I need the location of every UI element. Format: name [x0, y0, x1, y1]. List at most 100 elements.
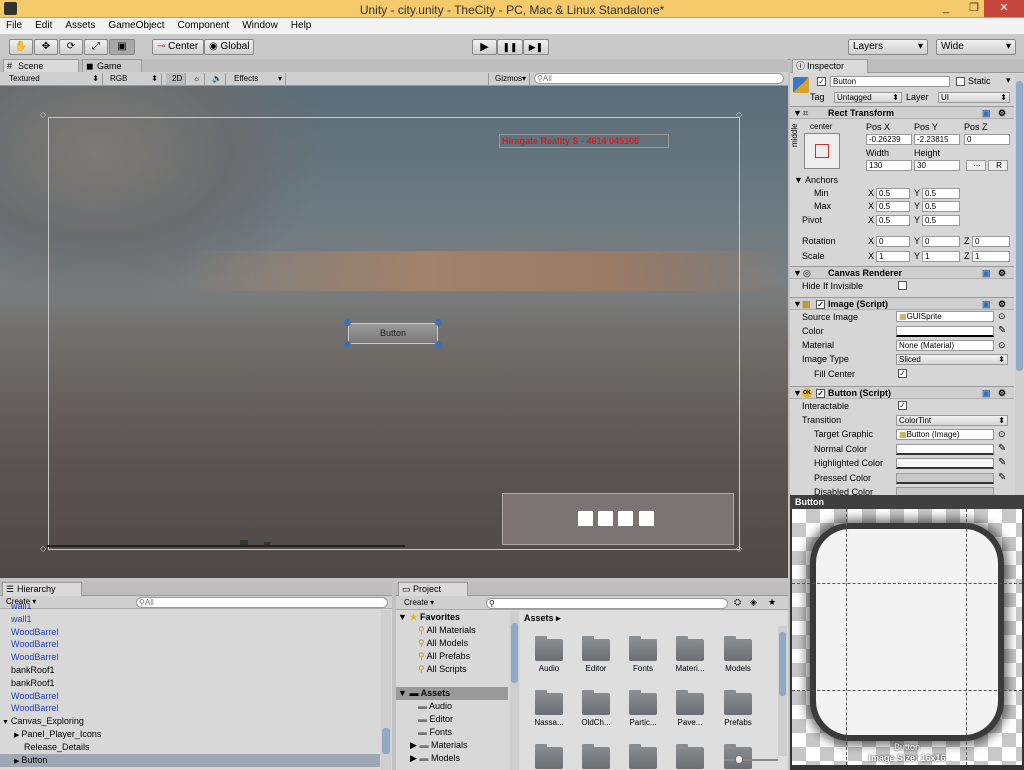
assets-scrollbar[interactable] — [778, 626, 787, 756]
hierarchy-item[interactable]: bankRoof1 — [0, 664, 380, 677]
scale-x-field[interactable]: 1 — [876, 251, 910, 262]
help-icon[interactable]: ▣ — [982, 267, 991, 279]
normal-color-swatch[interactable] — [896, 444, 994, 455]
image-enabled-checkbox[interactable]: ✓ — [816, 300, 825, 309]
pivot-y-field[interactable]: 0.5 — [922, 215, 960, 226]
expand-arrow[interactable]: ▼ — [2, 719, 11, 726]
scale-tool-button[interactable]: ⤢ — [84, 39, 108, 55]
menu-component[interactable]: Component — [172, 18, 237, 34]
gear-icon[interactable]: ⚙ — [998, 267, 1006, 279]
grid-item[interactable]: Partic... — [621, 689, 665, 729]
rect-tool-button[interactable]: ▣ — [109, 39, 135, 55]
button-enabled-checkbox[interactable]: ✓ — [816, 389, 825, 398]
layout-dropdown[interactable]: Wide ▾ — [936, 39, 1016, 55]
step-button[interactable]: ▶❚ — [523, 39, 549, 55]
pos-z-field[interactable]: 0 — [964, 134, 1010, 145]
filter-label-icon[interactable]: ◈ — [750, 597, 757, 608]
grid-item[interactable]: OldCh... — [574, 689, 618, 729]
image-type-dropdown[interactable]: Sliced ⬍ — [896, 354, 1008, 365]
eyedropper-icon[interactable]: ✎ — [998, 472, 1006, 483]
render-mode-dropdown[interactable]: RGB ⬍ — [104, 73, 162, 85]
object-picker-icon[interactable]: ⊙ — [998, 311, 1006, 322]
gizmos-dropdown[interactable]: Gizmos ▾ — [488, 73, 530, 85]
inspector-scrollbar[interactable] — [1015, 75, 1024, 495]
eyedropper-icon[interactable]: ✎ — [998, 457, 1006, 468]
object-picker-icon[interactable]: ⊙ — [998, 340, 1006, 351]
anchor-preset-button[interactable] — [804, 133, 840, 169]
hide-invisible-checkbox[interactable] — [898, 281, 907, 290]
play-button[interactable]: ▶ — [472, 39, 497, 55]
breadcrumb-assets[interactable]: Assets — [524, 613, 554, 623]
hierarchy-item[interactable]: WoodBarrel — [0, 651, 380, 664]
anchor-max-y-field[interactable]: 0.5 — [922, 201, 960, 212]
selection-handle[interactable] — [344, 319, 351, 326]
pos-x-field[interactable]: -0.26239 — [866, 134, 912, 145]
tab-project[interactable]: ▭ Project — [398, 582, 468, 596]
layers-dropdown[interactable]: Layers ▾ — [848, 39, 928, 55]
effects-dropdown[interactable]: Effects ▾ — [228, 73, 286, 85]
grid-item[interactable]: Prefabs — [716, 689, 760, 729]
asset-folder[interactable]: ▬ Fonts — [418, 726, 452, 739]
anchor-min-x-field[interactable]: 0.5 — [876, 188, 910, 199]
hierarchy-item[interactable]: Release_Details — [0, 741, 380, 754]
grid-item[interactable]: Audio — [527, 635, 571, 675]
color-swatch[interactable] — [896, 326, 994, 337]
assets-header[interactable]: ▼ ▬ Assets — [396, 687, 508, 700]
favorite-item[interactable]: ⚲ All Scripts — [418, 663, 467, 676]
hierarchy-scrollbar[interactable] — [381, 610, 391, 770]
button-component-header[interactable]: ▼ OK ✓ Button (Script) ▣ ⚙ — [790, 386, 1014, 399]
hierarchy-scroll-thumb[interactable] — [382, 728, 390, 754]
rect-transform-header[interactable]: ▼ ⌗ Rect Transform ▣ ⚙ — [790, 106, 1014, 119]
grid-item[interactable]: Materi... — [668, 635, 712, 675]
asset-folder[interactable]: ▬ Audio — [418, 700, 452, 713]
hierarchy-item[interactable]: wall1 — [0, 613, 380, 626]
tree-scroll-thumb[interactable] — [511, 623, 518, 683]
hierarchy-item[interactable]: ▶ Button — [0, 753, 380, 767]
fill-center-checkbox[interactable]: ✓ — [898, 369, 907, 378]
player-icons-panel[interactable] — [502, 493, 734, 545]
raw-edit-button[interactable]: R — [988, 160, 1008, 171]
rotate-tool-button[interactable]: ⟳ — [59, 39, 83, 55]
target-graphic-field[interactable]: ▦Button (Image) — [896, 429, 994, 440]
selection-handle[interactable] — [435, 319, 442, 326]
close-button[interactable]: ✕ — [984, 0, 1024, 17]
rotation-y-field[interactable]: 0 — [922, 236, 960, 247]
pause-button[interactable]: ❚❚ — [497, 39, 523, 55]
favorite-item[interactable]: ⚲ All Materials — [418, 624, 476, 637]
scale-z-field[interactable]: 1 — [972, 251, 1010, 262]
pivot-toggle[interactable]: ⊸ Center — [152, 39, 204, 55]
help-icon[interactable]: ▣ — [982, 107, 991, 119]
anchor-max-x-field[interactable]: 0.5 — [876, 201, 910, 212]
mode-2d-toggle[interactable]: 2D — [166, 73, 186, 85]
gear-icon[interactable]: ⚙ — [998, 298, 1006, 310]
hierarchy-item[interactable]: WoodBarrel — [0, 702, 380, 715]
grid-item[interactable]: Models — [716, 635, 760, 675]
pivot-x-field[interactable]: 0.5 — [876, 215, 910, 226]
lighting-toggle[interactable]: ☼ — [187, 73, 205, 85]
gear-icon[interactable]: ⚙ — [998, 107, 1006, 119]
asset-folder[interactable]: ▶ ▬ Models — [410, 752, 460, 765]
width-field[interactable]: 130 — [866, 160, 912, 171]
favorite-item[interactable]: ⚲ All Models — [418, 637, 468, 650]
project-search-input[interactable]: ⚲ — [486, 598, 728, 609]
anchor-min-y-field[interactable]: 0.5 — [922, 188, 960, 199]
disabled-color-swatch[interactable] — [896, 487, 994, 495]
tab-scene[interactable]: # Scene — [3, 59, 79, 73]
asset-folder[interactable]: ▶ ▬ Materials — [410, 739, 467, 752]
scale-y-field[interactable]: 1 — [922, 251, 960, 262]
rotation-z-field[interactable]: 0 — [972, 236, 1010, 247]
assets-scroll-thumb[interactable] — [779, 632, 786, 696]
help-icon[interactable]: ▣ — [982, 387, 991, 399]
static-checkbox[interactable] — [956, 77, 965, 86]
source-image-field[interactable]: ▦GUISprite — [896, 311, 994, 322]
height-field[interactable]: 30 — [914, 160, 960, 171]
layer-dropdown[interactable]: UI ⬍ — [938, 92, 1010, 103]
tab-hierarchy[interactable]: ☰ Hierarchy — [2, 582, 82, 596]
hierarchy-item[interactable]: wall1 — [0, 604, 380, 613]
zoom-slider-thumb[interactable] — [735, 755, 743, 764]
tab-game[interactable]: ◼ Game — [82, 59, 142, 73]
object-picker-icon[interactable]: ⊙ — [998, 429, 1006, 440]
hierarchy-item[interactable]: ▼ Canvas_Exploring — [0, 715, 380, 728]
object-name-field[interactable]: Button — [830, 76, 950, 87]
grid-item[interactable]: Editor — [574, 635, 618, 675]
